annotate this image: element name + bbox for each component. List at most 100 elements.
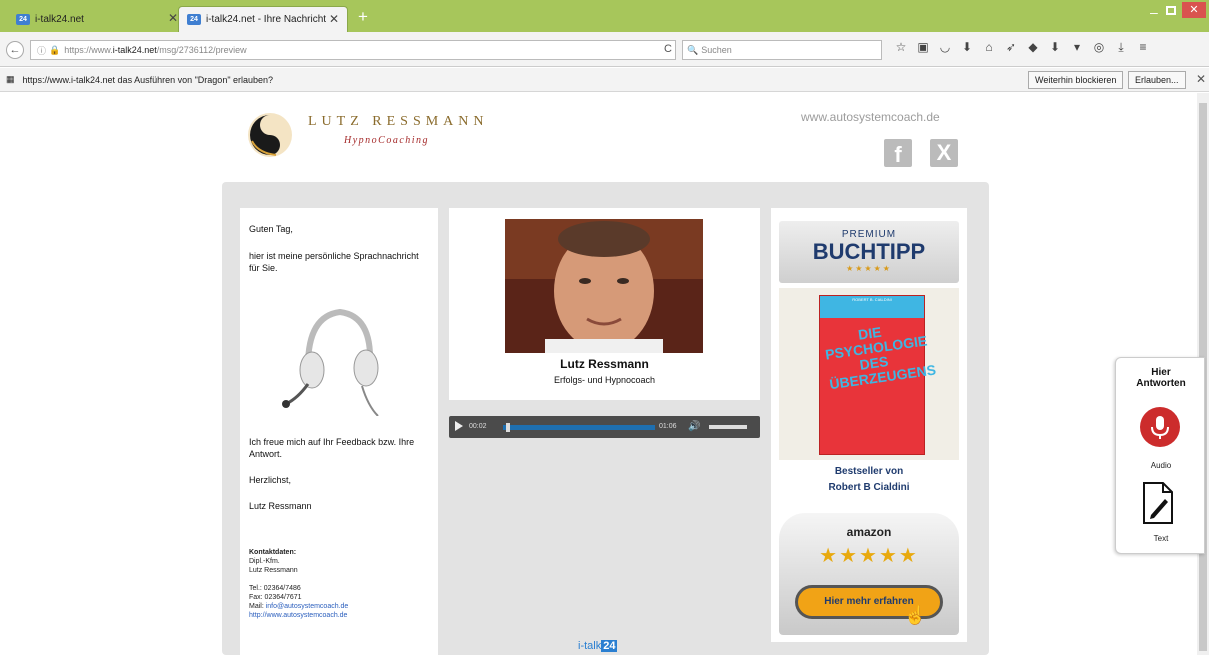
amazon-box: amazon ★★★★★ Hier mehr erfahren ☝ <box>779 513 959 635</box>
reload-icon[interactable]: C <box>664 43 672 55</box>
audio-answer-button[interactable] <box>1140 407 1180 447</box>
toolbar-icons: ☆ ▣ ◡ ⬇ ⌂ ➶ ◆ ⬇ ▾ ◎ ⤓ ≡ <box>894 40 1150 55</box>
answer-heading-line1: Hier <box>1151 367 1171 378</box>
allow-button[interactable]: Erlauben... <box>1128 71 1186 89</box>
search-input[interactable]: 🔍 Suchen <box>682 40 882 60</box>
search-icon: 🔍 <box>687 44 699 55</box>
profile-photo <box>505 219 703 353</box>
url-domain: i-talk24.net <box>112 45 157 55</box>
bookmark-star-icon[interactable]: ☆ <box>894 40 908 55</box>
italk24-favicon-icon: 24 <box>16 13 30 25</box>
contact-web-link[interactable]: http://www.autosystemcoach.de <box>249 612 347 619</box>
premium-stars: ★★★★★ <box>846 264 892 273</box>
download-icon[interactable]: ⬇ <box>960 40 974 55</box>
window-close-button[interactable]: ✕ <box>1182 2 1206 18</box>
volume-slider[interactable] <box>709 425 747 429</box>
extension-icon[interactable]: ◆ <box>1026 40 1040 55</box>
intro-text: hier ist meine persönliche Sprachnachric… <box>249 251 419 273</box>
url-prefix: https://www. <box>64 45 113 55</box>
italk24-favicon-icon: 24 <box>187 14 201 25</box>
contact-mail-link[interactable]: info@autosystemcoach.de <box>266 603 349 610</box>
progress-track[interactable] <box>503 425 655 430</box>
contact-tel: Tel.: 02364/7486 <box>249 585 301 592</box>
profile-role: Erfolgs- und Hypnocoach <box>553 375 656 385</box>
buchtipp-label: BUCHTIPP <box>812 239 926 264</box>
close-icon[interactable]: ✕ <box>1196 72 1206 86</box>
close-icon[interactable]: ✕ <box>329 12 339 26</box>
book-title: DIE PSYCHOLOGIE DES ÜBERZEUGENS <box>824 323 937 393</box>
feedback-text: Ich freue mich auf Ihr Feedback bzw. Ihr… <box>249 437 415 459</box>
plus-icon[interactable]: + <box>358 7 368 27</box>
volume-icon[interactable]: 🔊 <box>688 421 700 432</box>
url-path: /msg/2736112/preview <box>156 45 247 55</box>
page-content: LUTZ RESSMANN HypnoCoaching www.autosyst… <box>222 97 989 658</box>
info-icon[interactable]: ⓘ <box>37 44 46 57</box>
tab-label: i-talk24.net - Ihre Nachricht <box>206 14 327 25</box>
plugin-notification-bar: ▦ https://www.i-talk24.net das Ausführen… <box>0 68 1209 92</box>
minimize-button[interactable]: – <box>1150 4 1158 20</box>
contact-heading: Kontaktdaten: <box>249 549 297 556</box>
footer-brand-badge: 24 <box>601 640 618 652</box>
notification-text: https://www.i-talk24.net das Ausführen v… <box>22 74 274 85</box>
book-author: ROBERT B. CIALDINI <box>820 296 924 318</box>
maximize-button[interactable] <box>1166 6 1176 15</box>
lock-icon: 🔒 <box>49 44 61 55</box>
answer-panel: Hier Antworten Audio Text <box>1115 357 1205 554</box>
current-time: 00:02 <box>469 423 487 430</box>
reading-list-icon[interactable]: ▣ <box>916 40 930 55</box>
answer-heading: Hier Antworten <box>1116 367 1206 389</box>
download-icon[interactable]: ⬇ <box>1048 40 1062 55</box>
book-cover-area[interactable]: ROBERT B. CIALDINI DIE PSYCHOLOGIE DES Ü… <box>779 288 959 460</box>
sync-icon[interactable]: ◎ <box>1092 40 1106 55</box>
contact-fax: Fax: 02364/7671 <box>249 594 302 601</box>
text-answer-document-icon[interactable] <box>1141 481 1175 525</box>
home-icon[interactable]: ⌂ <box>982 40 996 55</box>
rating-stars: ★★★★★ <box>819 545 919 567</box>
contact-name: Lutz Ressmann <box>249 567 298 574</box>
audio-label[interactable]: Audio <box>1116 461 1206 470</box>
menu-icon[interactable]: ≡ <box>1136 40 1150 55</box>
close-icon[interactable]: ✕ <box>168 11 178 25</box>
progress-knob[interactable] <box>505 423 510 432</box>
headset-icon <box>282 308 379 416</box>
closing-text: Herzlichst, <box>249 475 292 485</box>
back-arrow-icon[interactable]: ← <box>6 41 24 59</box>
send-icon[interactable]: ➶ <box>1004 40 1018 55</box>
facebook-icon[interactable]: f <box>884 139 912 167</box>
keep-blocking-button[interactable]: Weiterhin blockieren <box>1028 71 1124 89</box>
brand-name: LUTZ RESSMANN <box>308 114 489 129</box>
url-bar[interactable]: ⓘ 🔒 https://www. i-talk24.net /msg/27361… <box>30 40 676 60</box>
hand-cursor-icon: ☝ <box>904 605 927 625</box>
book-ad-card: PREMIUM BUCHTIPP ★★★★★ ROBERT B. CIALDIN… <box>771 208 967 642</box>
contact-title: Dipl.-Kfm. <box>249 558 280 565</box>
xing-icon[interactable]: X <box>930 139 958 167</box>
play-icon[interactable] <box>455 421 463 431</box>
footer-brand: i-talk <box>578 640 602 652</box>
bestseller-text: Bestseller von Robert B Cialdini <box>771 464 967 496</box>
profile-card: Lutz Ressmann Erfolgs- und Hypnocoach <box>449 208 760 400</box>
plugin-icon: ▦ <box>6 74 15 84</box>
message-card: Guten Tag, hier ist meine persönliche Sp… <box>240 208 438 658</box>
tab-bar: 24 i-talk24.net ✕ 24 i-talk24.net - Ihre… <box>0 0 1209 32</box>
tab-label: i-talk24.net <box>35 13 84 25</box>
pocket-icon[interactable]: ◡ <box>938 40 952 55</box>
premium-banner: PREMIUM BUCHTIPP ★★★★★ <box>779 221 959 283</box>
search-placeholder: Suchen <box>701 45 732 55</box>
italk24-footer-logo[interactable]: i-talk 24 <box>578 640 618 652</box>
contact-info: Kontaktdaten: Dipl.-Kfm. Lutz Ressmann T… <box>249 548 348 620</box>
duration-time: 01:06 <box>659 423 677 430</box>
download-icon[interactable]: ⤓ <box>1114 40 1128 55</box>
tab-italk24[interactable]: 24 i-talk24.net ✕ <box>8 6 186 32</box>
site-header: LUTZ RESSMANN HypnoCoaching www.autosyst… <box>222 97 989 182</box>
bestseller-line1: Bestseller von <box>834 466 904 477</box>
text-label[interactable]: Text <box>1116 534 1206 543</box>
contact-mail-label: Mail: <box>249 603 264 610</box>
site-url-link[interactable]: www.autosystemcoach.de <box>801 110 940 124</box>
book-cover[interactable]: ROBERT B. CIALDINI DIE PSYCHOLOGIE DES Ü… <box>819 295 937 455</box>
content-area: Guten Tag, hier ist meine persönliche Sp… <box>222 182 989 658</box>
profile-name: Lutz Ressmann <box>560 357 649 371</box>
answer-heading-line2: Antworten <box>1136 378 1186 389</box>
chevron-down-icon[interactable]: ▾ <box>1070 40 1084 55</box>
tab-ihre-nachricht[interactable]: 24 i-talk24.net - Ihre Nachricht ✕ <box>178 6 348 32</box>
signature-text: Lutz Ressmann <box>249 501 312 511</box>
